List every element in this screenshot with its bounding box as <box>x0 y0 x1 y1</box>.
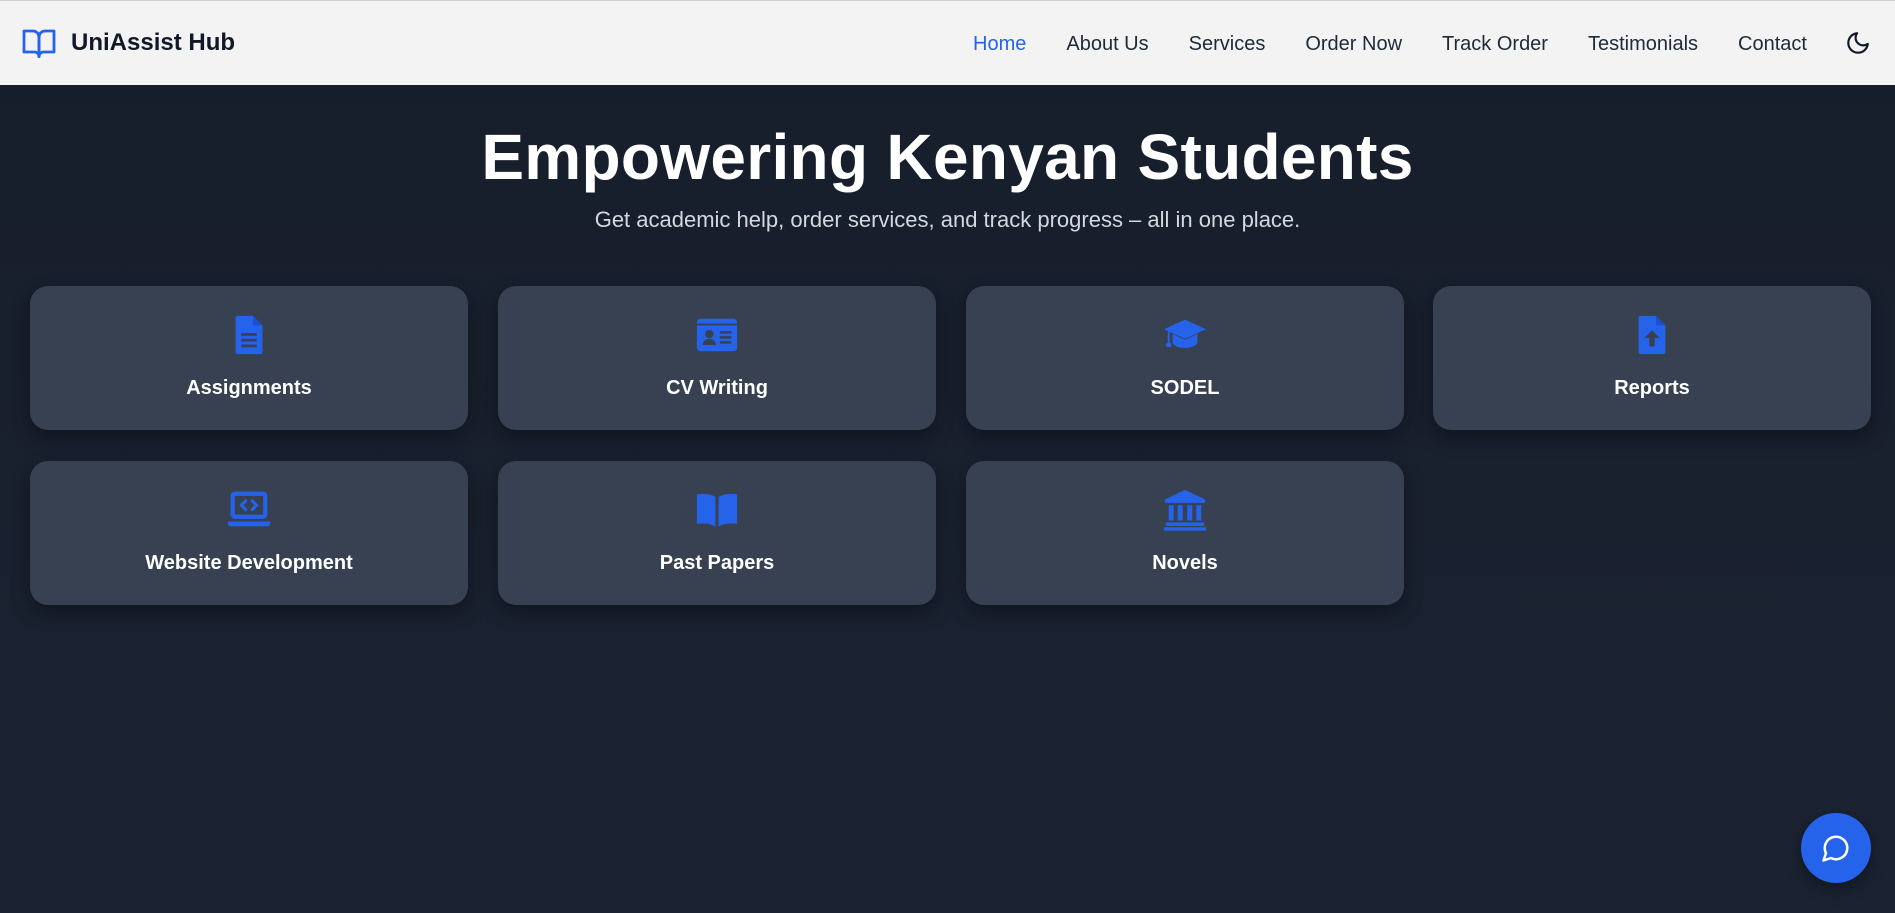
nav-link-services[interactable]: Services <box>1189 34 1266 54</box>
nav-link-order-now[interactable]: Order Now <box>1305 34 1402 54</box>
nav-links: Home About Us Services Order Now Track O… <box>973 34 1847 54</box>
service-card-reports[interactable]: Reports <box>1433 286 1871 430</box>
navbar: UniAssist Hub Home About Us Services Ord… <box>0 0 1895 85</box>
service-card-label: Website Development <box>145 552 353 574</box>
service-card-label: Assignments <box>186 377 312 399</box>
brand[interactable]: UniAssist Hub <box>20 25 235 61</box>
document-icon <box>235 315 263 355</box>
service-card-assignments[interactable]: Assignments <box>30 286 468 430</box>
service-card-past-papers[interactable]: Past Papers <box>498 461 936 605</box>
moon-icon[interactable] <box>1845 30 1871 56</box>
file-upload-icon <box>1638 315 1666 355</box>
service-card-sodel[interactable]: SODEL <box>966 286 1404 430</box>
nav-link-about-us[interactable]: About Us <box>1066 34 1148 54</box>
landmark-icon <box>1163 489 1207 531</box>
service-card-cv-writing[interactable]: CV Writing <box>498 286 936 430</box>
service-card-label: Novels <box>1152 552 1218 574</box>
service-card-label: Past Papers <box>659 552 775 574</box>
service-card-novels[interactable]: Novels <box>966 461 1404 605</box>
chat-button[interactable] <box>1801 813 1871 883</box>
open-book-icon <box>22 29 56 58</box>
laptop-code-icon <box>227 491 271 527</box>
service-card-label: SODEL <box>1150 377 1220 399</box>
nav-link-home[interactable]: Home <box>973 34 1026 54</box>
book-open-icon <box>696 493 738 527</box>
hero-title: Empowering Kenyan Students <box>481 121 1414 193</box>
hero-subtitle: Get academic help, order services, and t… <box>594 207 1301 232</box>
service-card-label: Reports <box>1614 377 1690 399</box>
graduation-cap-icon <box>1163 319 1207 349</box>
nav-link-track-order[interactable]: Track Order <box>1442 34 1548 54</box>
nav-link-testimonials[interactable]: Testimonials <box>1588 34 1698 54</box>
chat-bubble-icon <box>1822 835 1849 862</box>
service-card-website-development[interactable]: Website Development <box>30 461 468 605</box>
service-card-label: CV Writing <box>666 377 768 399</box>
id-card-icon <box>696 318 738 352</box>
brand-name: UniAssist Hub <box>71 29 236 56</box>
nav-link-contact[interactable]: Contact <box>1738 34 1807 54</box>
